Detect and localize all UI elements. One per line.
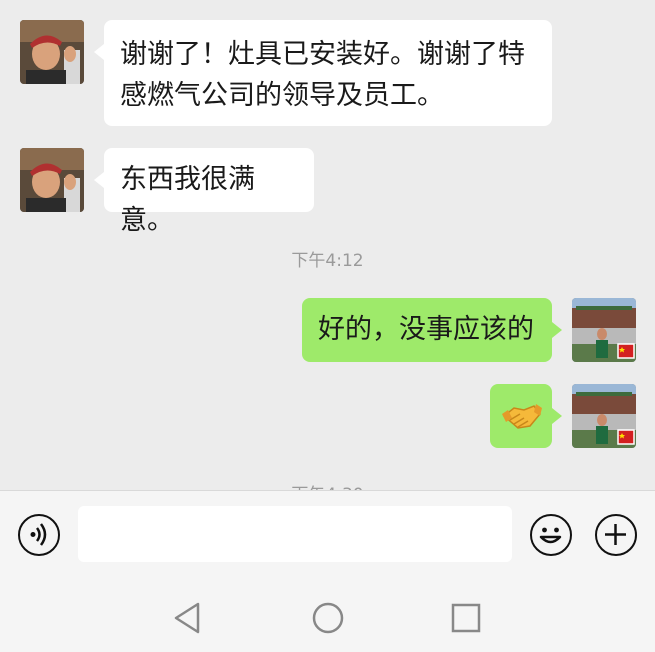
message-text-line: 感燃气公司的领导及员工。	[120, 80, 444, 111]
plus-button[interactable]	[595, 514, 637, 556]
plus-icon	[605, 524, 626, 545]
message-text: 东西我很满意。	[120, 164, 255, 236]
contact-avatar[interactable]	[20, 20, 84, 84]
chat-input-bar	[0, 490, 655, 583]
home-icon[interactable]	[308, 598, 348, 638]
bubble-tail	[94, 172, 104, 188]
recent-apps-icon[interactable]	[446, 598, 486, 638]
system-nav-bar	[0, 582, 655, 652]
incoming-message-bubble[interactable]: 谢谢了！灶具已安装好。谢谢了特 感燃气公司的领导及员工。	[104, 20, 552, 126]
incoming-message-bubble[interactable]: 东西我很满意。	[104, 148, 314, 236]
my-avatar[interactable]	[572, 298, 636, 362]
message-input[interactable]	[78, 506, 512, 562]
back-icon[interactable]	[168, 598, 208, 638]
message-timestamp: 下午4:12	[291, 251, 364, 271]
my-avatar[interactable]	[572, 384, 636, 448]
bubble-tail	[94, 44, 104, 60]
voice-icon	[30, 523, 47, 546]
chat-message-list[interactable]: 谢谢了！灶具已安装好。谢谢了特 感燃气公司的领导及员工。 东西我很满意。 下午4…	[0, 0, 655, 490]
message-text: 好的，没事应该的	[318, 314, 534, 345]
contact-avatar[interactable]	[20, 148, 84, 212]
outgoing-message-bubble[interactable]: 好的，没事应该的	[302, 298, 552, 362]
voice-button[interactable]	[18, 514, 60, 556]
emoji-icon	[539, 527, 562, 544]
outgoing-message-bubble[interactable]	[490, 384, 552, 448]
emoji-button[interactable]	[530, 514, 572, 556]
message-timestamp: 下午4:30	[0, 480, 655, 490]
handshake-emoji	[502, 404, 542, 429]
message-text-line: 谢谢了！灶具已安装好。谢谢了特	[120, 39, 525, 70]
bubble-tail	[552, 322, 562, 338]
bubble-tail	[552, 408, 562, 424]
